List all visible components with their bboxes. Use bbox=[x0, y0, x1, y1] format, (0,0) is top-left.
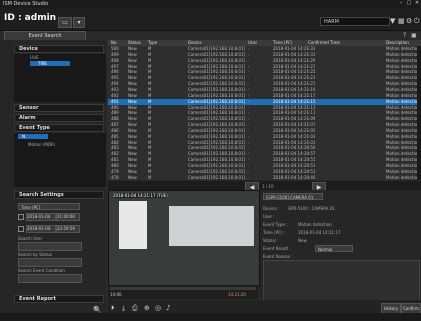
from-date-input[interactable]: 2018-01-04 bbox=[26, 213, 56, 221]
col-time[interactable]: Time (PC) bbox=[273, 40, 292, 45]
power-icon[interactable]: ⏻ bbox=[414, 17, 420, 26]
from-checkbox[interactable] bbox=[18, 214, 24, 220]
action-bar: ⏵ ⤓ ⎙ ⊕ ◎ ♪ History Confirm bbox=[108, 300, 421, 314]
event-type-section-header[interactable]: Event Type bbox=[14, 124, 104, 132]
video-window-right bbox=[169, 206, 254, 246]
event-type-item-motion[interactable]: Motion (MDR) bbox=[28, 142, 55, 147]
search-user-input[interactable] bbox=[18, 242, 82, 251]
print-icon[interactable]: ⎙ bbox=[132, 304, 138, 313]
device-section-header[interactable]: Device bbox=[14, 45, 104, 53]
search-settings-header[interactable]: Search Settings bbox=[14, 191, 104, 199]
event-reason-input[interactable] bbox=[263, 260, 420, 302]
device-value: GPR-5100 : CAMERA 01 bbox=[288, 206, 335, 211]
alarm-section-header[interactable]: Alarm bbox=[14, 114, 104, 122]
event-properties: [GPR-5100] CAMERA 01 Device : GPR-5100 :… bbox=[260, 190, 421, 313]
col-device[interactable]: Device bbox=[188, 40, 202, 45]
event-reason-label: Event Reason : bbox=[263, 254, 293, 259]
maximize-icon[interactable]: ▢ bbox=[406, 1, 412, 6]
cell-status: New bbox=[128, 174, 137, 180]
col-confirmed[interactable]: Confirmed Time bbox=[308, 40, 340, 45]
table-row[interactable]: 478 New M Camera01[192.168.10.8:01] -2018-01… bbox=[108, 175, 421, 181]
minimize-icon[interactable]: – bbox=[398, 1, 404, 6]
volume-icon[interactable]: ♪ bbox=[166, 304, 170, 312]
page-indicator: 1 / 10 bbox=[262, 184, 274, 189]
event-type-item[interactable]: N bbox=[18, 134, 48, 139]
cell-confirmed: - bbox=[308, 174, 310, 180]
search-status-label: Search by Status bbox=[18, 252, 52, 257]
video-timestamp: 2018-01-04 14:21:17 (TUE) bbox=[113, 193, 168, 198]
cell-type: M bbox=[148, 174, 152, 180]
time-value: 2018-01-04 14:21:17 bbox=[298, 230, 341, 235]
table-scrollbar[interactable] bbox=[417, 46, 421, 180]
playback-icon[interactable]: ⏵ bbox=[111, 304, 115, 313]
search-event-label: Search Event Condition bbox=[18, 268, 65, 273]
search-user-label: Search User bbox=[18, 236, 43, 241]
grid-icon[interactable]: ▦ bbox=[398, 17, 405, 25]
user-select[interactable]: HARM bbox=[320, 17, 390, 26]
time-label: Time (PC) : bbox=[263, 230, 286, 235]
event-table: No. Status Type Device User Time (PC) Co… bbox=[108, 40, 421, 180]
cell-description: Motion detection bbox=[386, 174, 420, 180]
zoom-icon[interactable]: ⊕ bbox=[144, 304, 150, 312]
help-icon[interactable]: ? bbox=[403, 32, 406, 39]
user-label: User : bbox=[263, 214, 275, 219]
col-user[interactable]: User bbox=[248, 40, 257, 45]
snapshot-icon[interactable]: ◎ bbox=[155, 304, 161, 312]
device-item-tire[interactable]: TIRE bbox=[30, 61, 70, 66]
device-select[interactable]: [GPR-5100] CAMERA 01 bbox=[263, 193, 323, 200]
event-result-label: Event Result : bbox=[263, 246, 291, 251]
search-event-select[interactable] bbox=[18, 274, 82, 283]
col-no[interactable]: No. bbox=[111, 40, 118, 45]
dropdown-arrow-icon[interactable]: ▼ bbox=[390, 17, 395, 25]
status-label: Status : bbox=[263, 238, 279, 243]
event-result-select[interactable]: Normal bbox=[315, 245, 353, 252]
timeline-start: 14:00 bbox=[110, 292, 122, 297]
to-date-input[interactable]: 2018-01-04 bbox=[26, 225, 56, 233]
to-checkbox[interactable] bbox=[18, 226, 24, 232]
time-select[interactable]: Time (PC) bbox=[18, 203, 80, 210]
monitor-button[interactable]: ▭ bbox=[58, 17, 72, 28]
timeline[interactable]: 14:00 14:21:20 bbox=[108, 285, 258, 299]
title-bar: ISM Device Studio – ▢ ✕ bbox=[0, 0, 421, 8]
gear-icon[interactable]: ⚙ bbox=[406, 17, 412, 25]
status-bar bbox=[0, 313, 421, 321]
timeline-end: 14:21:20 bbox=[228, 292, 246, 297]
video-window bbox=[119, 201, 147, 249]
cell-no: 478 bbox=[111, 174, 119, 180]
event-report-header[interactable]: Event Report bbox=[14, 295, 104, 303]
cell-user: - bbox=[248, 174, 250, 180]
event-type-label: Event Type : bbox=[263, 222, 288, 227]
col-type[interactable]: Type bbox=[148, 40, 157, 45]
dropdown-button[interactable]: ▾ bbox=[73, 17, 85, 28]
timeline-track[interactable] bbox=[110, 287, 256, 290]
status-value: New bbox=[298, 238, 307, 243]
video-player[interactable]: 2018-01-04 14:21:17 (TUE) bbox=[108, 190, 260, 287]
to-time-input[interactable]: 23:59:59 bbox=[56, 225, 80, 233]
col-status[interactable]: Status bbox=[128, 40, 141, 45]
event-type-value: Motion detection bbox=[298, 222, 332, 227]
search-status-select[interactable] bbox=[18, 258, 82, 267]
from-time-input[interactable]: 21:00:00 bbox=[56, 213, 80, 221]
device-label: Device : bbox=[263, 206, 280, 211]
cell-device: Camera01[192.168.10.8:01] bbox=[188, 174, 246, 180]
device-item-live[interactable]: LIVE bbox=[30, 55, 39, 60]
sensor-section-header[interactable]: Sensor bbox=[14, 104, 104, 112]
user-id-label: ID : admin bbox=[4, 13, 57, 23]
close-icon[interactable]: ✕ bbox=[414, 1, 420, 6]
col-description[interactable]: Description bbox=[386, 40, 409, 45]
export-icon[interactable]: ⤓ bbox=[122, 304, 125, 313]
window-title: ISM Device Studio bbox=[3, 1, 49, 7]
dock-icon[interactable]: ▣ bbox=[411, 32, 417, 39]
